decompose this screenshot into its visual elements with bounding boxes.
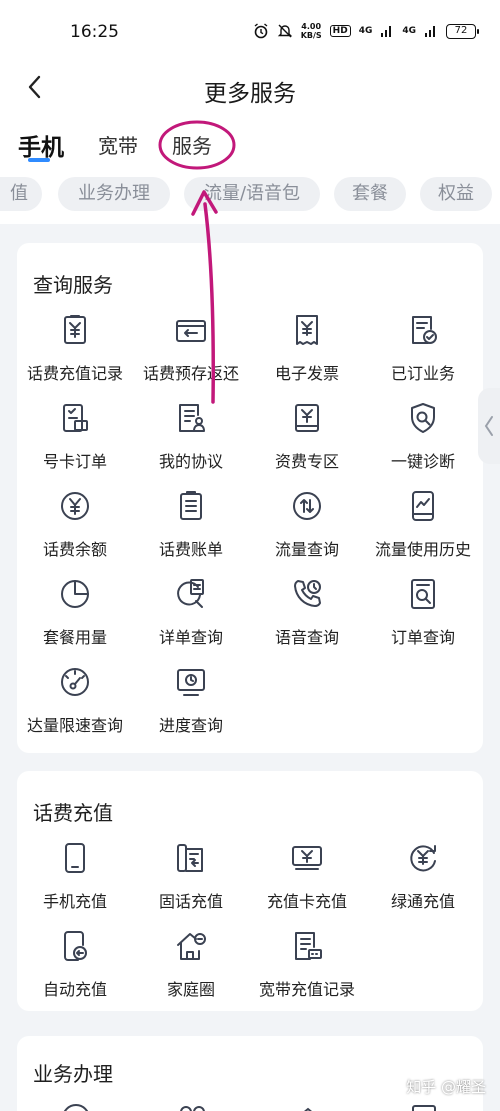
broadband-record-icon [295,932,322,960]
family-home-icon [177,933,206,960]
side-drawer-handle[interactable] [478,388,500,464]
recharge-card: 话费充值 手机充值 固话充值 充值卡充值 绿通充值 自动充值 家庭圈 宽带充值记… [17,771,483,1011]
mobile-phone-icon [65,843,85,873]
grid-item-order-query[interactable]: 订单查询 [365,577,481,657]
partial-icon [412,1105,436,1111]
status-time: 16:25 [70,22,119,42]
chip-benefits[interactable]: 权益 [420,177,492,211]
grid-item-my-agreement[interactable]: 我的协议 [133,401,249,481]
grid-item-progress-query[interactable]: 进度查询 [133,665,249,745]
phone-chart-icon [412,491,434,521]
filter-chips: 值 业务办理 流量/语音包 套餐 权益 [0,172,500,224]
grid-item-speed-limit[interactable]: 达量限速查询 [17,665,133,745]
signal-bars-icon [381,26,392,37]
grid-item-bill[interactable]: 话费账单 [133,489,249,569]
chip-data-voice[interactable]: 流量/语音包 [184,177,320,211]
tab-mobile[interactable]: 手机 [18,128,64,162]
grid-item-balance[interactable]: 话费余额 [17,489,133,569]
grid-item-card-recharge[interactable]: 充值卡充值 [249,841,365,921]
recharge-card-icon [292,846,322,870]
grid-item-family-circle[interactable]: 家庭圈 [133,929,249,1009]
category-tabs: 手机 宽带 服务 [0,110,500,172]
chip-recharge[interactable]: 值 [0,177,42,211]
grid-item-voice-query[interactable]: 语音查询 [249,577,365,657]
data-arrows-icon [293,492,321,520]
status-bar: 16:25 4.00 KB/S HD 4G 4G 72 [0,0,500,66]
grid-item-landline-recharge[interactable]: 固话充值 [133,841,249,921]
partial-icon [303,1107,313,1111]
back-arrow-icon[interactable] [20,71,52,103]
chip-business[interactable]: 业务办理 [58,177,170,211]
grid-item-diagnose[interactable]: 一键诊断 [365,401,481,481]
net-speed: 4.00 KB/S [300,22,322,40]
section-title: 查询服务 [33,273,113,297]
grid-item-plan-usage[interactable]: 套餐用量 [17,577,133,657]
phone-clock-icon [294,580,321,607]
signal-4g-1: 4G [358,26,373,36]
agreement-icon [179,404,205,432]
grid-item-tariff-zone[interactable]: 资费专区 [249,401,365,481]
section-title: 话费充值 [33,801,113,825]
grid-item-e-invoice[interactable]: 电子发票 [249,313,365,393]
query-services-card: 查询服务 话费充值记录 话费预存返还 电子发票 已订业务 号卡订单 我的协议 资… [17,243,483,753]
partial-icon [180,1106,205,1111]
green-channel-icon [410,845,436,872]
tariff-book-icon [295,404,319,432]
status-icons: 4.00 KB/S HD 4G 4G 72 [253,22,479,40]
grid-item-detail-query[interactable]: 详单查询 [133,577,249,657]
watermark: 知乎 @耀圣 [406,1078,486,1096]
landline-icon [177,844,203,872]
speedometer-icon [61,668,89,696]
grid-item-green-recharge[interactable]: 绿通充值 [365,841,481,921]
grid-item-sim-order[interactable]: 号卡订单 [17,401,133,481]
mute-bell-icon [277,24,292,38]
invoice-icon [296,315,318,345]
order-search-icon [411,579,435,609]
diagnose-shield-icon [411,403,435,433]
page-title: 更多服务 [204,81,296,107]
hd-badge: HD [329,25,351,37]
grid-item-data-history[interactable]: 流量使用历史 [365,489,481,569]
bill-list-icon [180,491,202,520]
balance-yuan-icon [61,492,89,520]
grid-item-auto-recharge[interactable]: 自动充值 [17,929,133,1009]
business-card: 业务办理 [17,1036,483,1111]
wallet-return-icon [176,320,206,342]
tab-broadband[interactable]: 宽带 [98,130,138,159]
title-bar: 更多服务 [0,66,500,110]
subscribed-doc-icon [412,316,437,344]
bill-yuan-icon [64,315,86,344]
grid-item-prepay-return[interactable]: 话费预存返还 [133,313,249,393]
detail-search-icon [177,579,204,608]
pie-chart-icon [61,580,89,608]
chevron-left-icon [484,416,493,436]
signal-4g-2: 4G [402,26,416,36]
grid-item-mobile-recharge[interactable]: 手机充值 [17,841,133,921]
alarm-icon [254,23,268,39]
active-tab-indicator [28,158,50,162]
signal-bars-icon [425,26,435,37]
auto-recharge-icon [64,931,87,961]
grid-item-data-query[interactable]: 流量查询 [249,489,365,569]
tab-service[interactable]: 服务 [172,130,212,159]
partial-icon [63,1104,89,1111]
section-title: 业务办理 [33,1062,113,1086]
chip-plan[interactable]: 套餐 [334,177,406,211]
battery-icon: 72 [446,23,479,39]
grid-item-bill-recharge-record[interactable]: 话费充值记录 [17,313,133,393]
progress-monitor-icon [177,669,205,696]
sim-order-icon [63,404,88,432]
grid-item-broadband-record[interactable]: 宽带充值记录 [249,929,365,1009]
grid-item-subscribed[interactable]: 已订业务 [365,313,481,393]
